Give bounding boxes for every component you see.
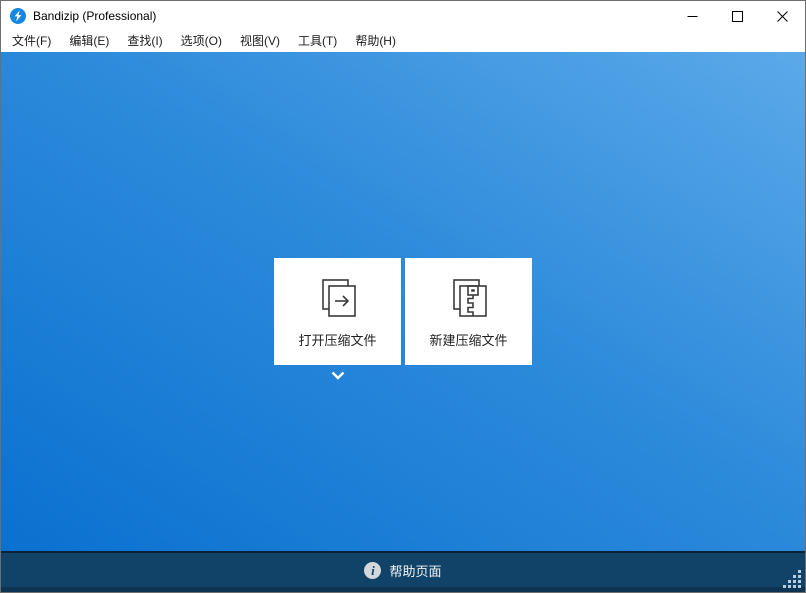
new-archive-button[interactable]: 新建压缩文件 <box>405 258 532 365</box>
bandizip-window: Bandizip (Professional) 文件(F) 编辑(E) 查找(I… <box>0 0 806 593</box>
chevron-down-icon[interactable] <box>330 370 346 382</box>
menu-file[interactable]: 文件(F) <box>3 31 60 52</box>
maximize-button[interactable] <box>715 1 760 31</box>
main-area: 打开压缩文件 新建压缩文件 <box>1 52 805 551</box>
open-archive-label: 打开压缩文件 <box>298 330 376 349</box>
info-icon: i <box>364 562 381 579</box>
resize-grip-icon[interactable] <box>783 570 802 589</box>
help-page-label: 帮助页面 <box>389 561 441 580</box>
title-bar: Bandizip (Professional) <box>1 1 805 31</box>
menu-help[interactable]: 帮助(H) <box>346 31 405 52</box>
menu-find[interactable]: 查找(I) <box>118 31 171 52</box>
new-archive-icon <box>446 275 492 321</box>
bandizip-logo-icon <box>10 8 26 24</box>
close-icon <box>777 11 788 22</box>
help-page-button[interactable]: i 帮助页面 <box>364 561 441 580</box>
bottom-edge-strip <box>1 587 805 592</box>
new-archive-label: 新建压缩文件 <box>429 330 507 349</box>
menu-view[interactable]: 视图(V) <box>231 31 289 52</box>
maximize-icon <box>732 11 743 22</box>
menu-options[interactable]: 选项(O) <box>172 31 231 52</box>
open-archive-icon <box>315 275 361 321</box>
minimize-button[interactable] <box>670 1 715 31</box>
close-button[interactable] <box>760 1 805 31</box>
menu-edit[interactable]: 编辑(E) <box>60 31 118 52</box>
status-bar: i 帮助页面 <box>1 553 805 587</box>
menu-tools[interactable]: 工具(T) <box>289 31 346 52</box>
menu-bar: 文件(F) 编辑(E) 查找(I) 选项(O) 视图(V) 工具(T) 帮助(H… <box>1 31 805 52</box>
window-title: Bandizip (Professional) <box>33 9 156 23</box>
minimize-icon <box>687 11 698 22</box>
open-archive-button[interactable]: 打开压缩文件 <box>274 258 401 365</box>
action-tiles: 打开压缩文件 新建压缩文件 <box>274 258 532 365</box>
